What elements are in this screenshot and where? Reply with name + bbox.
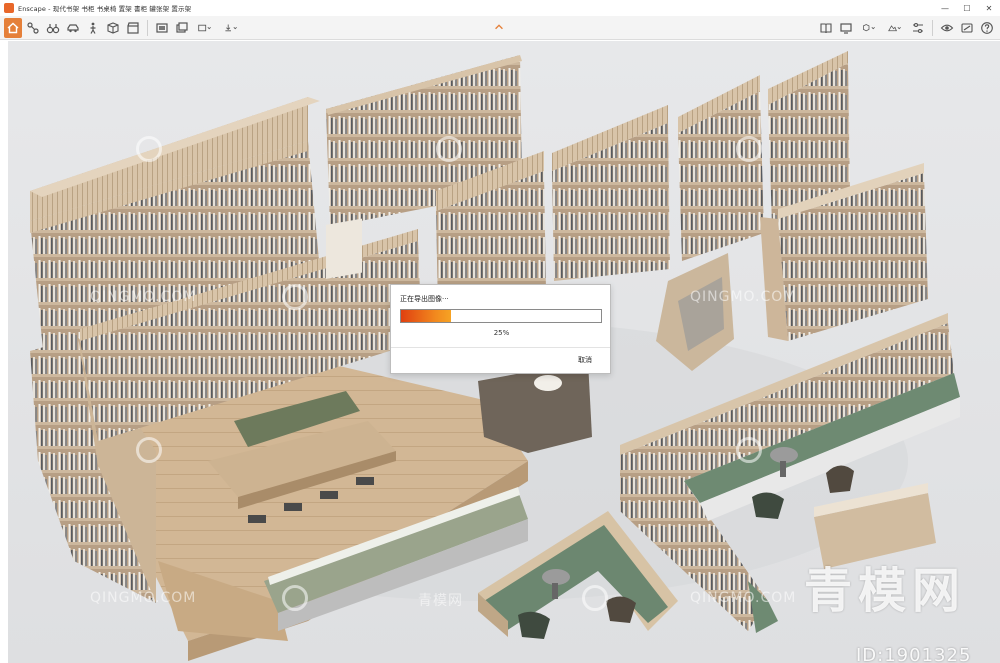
window-title: Enscape - 现代书架 书柜 书桌椅 置架 書柜 罐张架 置示架 xyxy=(18,5,192,13)
book-icon[interactable] xyxy=(817,18,835,38)
maximize-button[interactable]: ☐ xyxy=(956,0,978,16)
dialog-title: 正在导出图像··· xyxy=(400,295,449,303)
toolbar-right-group xyxy=(817,18,996,38)
binoculars-icon[interactable] xyxy=(44,18,62,38)
close-button[interactable]: ✕ xyxy=(978,0,1000,16)
toolbar-separator xyxy=(147,20,148,36)
watermark-logo-icon xyxy=(436,136,462,162)
title-bar: Enscape - 现代书架 书柜 书桌椅 置架 書柜 罐张架 置示架 — ☐ … xyxy=(0,0,1000,16)
export-dropdown-icon[interactable] xyxy=(219,18,243,38)
toolbar-separator xyxy=(932,20,933,36)
watermark-site-cn-text: 青模网 xyxy=(418,593,463,609)
walk-person-icon[interactable] xyxy=(84,18,102,38)
enscape-logo-icon xyxy=(4,3,14,13)
progress-bar xyxy=(400,309,602,323)
watermark-logo-icon xyxy=(582,585,608,611)
render-dropdown-icon[interactable] xyxy=(193,18,217,38)
window-controls: — ☐ ✕ xyxy=(934,0,1000,16)
eye-icon[interactable] xyxy=(938,18,956,38)
watermark-logo-icon xyxy=(282,585,308,611)
box-view-icon[interactable] xyxy=(104,18,122,38)
batch-export-icon[interactable] xyxy=(173,18,191,38)
dialog-divider xyxy=(391,347,610,348)
cancel-button[interactable]: 取消 xyxy=(578,355,592,365)
home-icon[interactable] xyxy=(4,18,22,38)
settings-sliders-icon[interactable] xyxy=(909,18,927,38)
watermark-site-text: QINGMO.COM xyxy=(90,590,197,606)
monitor-icon[interactable] xyxy=(837,18,855,38)
minimize-button[interactable]: — xyxy=(934,0,956,16)
watermark-brand-text: 青模网 xyxy=(804,563,967,619)
mountain-dropdown-icon[interactable] xyxy=(883,18,907,38)
watermark-logo-icon xyxy=(136,136,162,162)
screenshot-icon[interactable] xyxy=(153,18,171,38)
visibility-toggle-icon[interactable] xyxy=(958,18,976,38)
watermark-site-text: QINGMO.COM xyxy=(690,289,797,305)
cube-dropdown-icon[interactable] xyxy=(857,18,881,38)
route-icon[interactable] xyxy=(24,18,42,38)
watermark-logo-icon xyxy=(736,136,762,162)
watermark-logo-icon xyxy=(282,284,308,310)
collapse-toolbar-chevron-icon[interactable] xyxy=(492,20,506,34)
watermark-site-text: QINGMO.COM xyxy=(690,590,797,606)
watermark-logo-icon xyxy=(736,437,762,463)
film-clapper-icon[interactable] xyxy=(124,18,142,38)
progress-bar-fill xyxy=(401,310,451,322)
watermark-logo-icon xyxy=(136,437,162,463)
export-progress-dialog: 正在导出图像··· 25% 取消 xyxy=(390,284,611,374)
toolbar-left-group xyxy=(4,18,243,38)
help-icon[interactable] xyxy=(978,18,996,38)
car-icon[interactable] xyxy=(64,18,82,38)
watermark-id-label: ID:1901325 xyxy=(856,645,972,663)
progress-percent-label: 25% xyxy=(493,329,510,337)
watermark-site-text: QINGMO.COM xyxy=(90,289,197,305)
main-toolbar xyxy=(0,16,1000,40)
